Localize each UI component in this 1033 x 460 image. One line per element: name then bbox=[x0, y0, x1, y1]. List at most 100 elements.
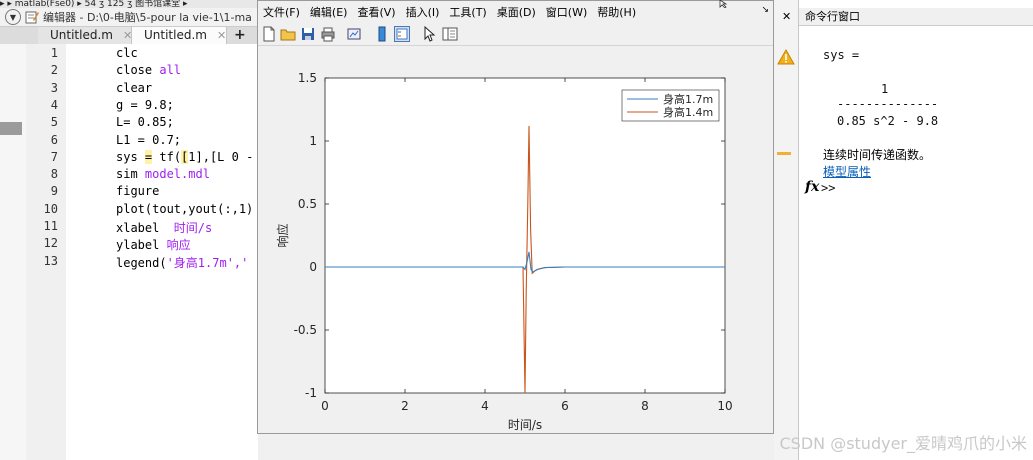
menu-item[interactable]: 查看(V) bbox=[352, 4, 400, 20]
code-token: sys bbox=[116, 149, 145, 164]
print-icon[interactable] bbox=[320, 26, 336, 42]
code-token: legend( bbox=[116, 255, 167, 270]
panel-separator: ✕ bbox=[774, 0, 798, 460]
code-token: '身高1.7m',' bbox=[166, 255, 249, 270]
axes-box bbox=[324, 77, 726, 394]
x-tick-label: 0 bbox=[321, 399, 329, 413]
open-file-icon[interactable] bbox=[280, 26, 296, 42]
line-numbers: 1 2 3 4 5 6 7 8 9 10 11 12 13 bbox=[26, 44, 66, 460]
line-number: 9 bbox=[50, 184, 58, 199]
x-axis-label: 时间/s bbox=[508, 418, 542, 432]
code-token: figure bbox=[116, 184, 160, 199]
editor-icon bbox=[25, 11, 39, 24]
menu-item[interactable]: 窗口(W) bbox=[541, 4, 592, 20]
code-token: ylabel bbox=[116, 238, 167, 253]
dock-icon[interactable]: ↘ bbox=[761, 5, 769, 15]
code-area[interactable]: clc close all clear g = 9.8; L= 0.85; L1 = 0.… bbox=[66, 44, 258, 460]
legend-label: 身高1.4m bbox=[663, 105, 713, 119]
link-plot-icon[interactable] bbox=[346, 26, 362, 42]
mouse-cursor-icon bbox=[719, 0, 728, 8]
add-tab-button[interactable]: + bbox=[227, 27, 251, 44]
menu-item[interactable]: 工具(T) bbox=[444, 4, 491, 20]
code-token: 1],[L 0 - bbox=[188, 149, 254, 164]
code-line[interactable]: clc bbox=[116, 46, 138, 60]
x-tick-label: 10 bbox=[717, 399, 732, 413]
y-tick-label: 1 bbox=[309, 134, 317, 148]
line-number: 1 bbox=[50, 46, 58, 60]
menu-item[interactable]: 文件(F) bbox=[258, 4, 305, 20]
y-tick-label: -1 bbox=[305, 386, 317, 400]
code-line[interactable]: sys = tf([1],[L 0 - bbox=[116, 149, 254, 164]
code-line[interactable]: g = 9.8; bbox=[116, 98, 174, 112]
line-number: 5 bbox=[50, 115, 58, 130]
new-figure-icon[interactable] bbox=[261, 26, 277, 42]
warning-icon[interactable] bbox=[777, 49, 795, 65]
cursor-icon[interactable] bbox=[422, 26, 438, 42]
code-line[interactable]: figure bbox=[116, 184, 159, 198]
line-number: 2 bbox=[50, 63, 58, 78]
figure-window[interactable]: 文件(F) 编辑(E) 查看(V) 插入(I) 工具(T) 桌面(D) 窗口(W) 帮助(H)… bbox=[257, 0, 774, 434]
output-line: sys = bbox=[823, 48, 860, 62]
command-window[interactable]: 命令行窗口 sys = 1 -------------- 0.85 s^2 - … bbox=[798, 0, 1033, 460]
code-token: model.mdl bbox=[144, 167, 210, 182]
tab-untitled-1[interactable]: Untitled.m ✕ bbox=[38, 27, 132, 44]
line-number: 7 bbox=[50, 149, 58, 164]
menu-item[interactable]: 编辑(E) bbox=[305, 4, 353, 20]
legend-label: 身高1.7m bbox=[663, 92, 713, 106]
code-token: all bbox=[159, 63, 182, 78]
code-line[interactable]: legend('身高1.7m',' bbox=[116, 254, 248, 271]
close-icon[interactable]: ✕ bbox=[217, 29, 226, 42]
y-tick-label: 1.5 bbox=[298, 71, 317, 85]
figure-menubar: 文件(F) 编辑(E) 查看(V) 插入(I) 工具(T) 桌面(D) 窗口(W) 帮助(H)… bbox=[258, 1, 773, 22]
code-token: tf( bbox=[152, 149, 182, 164]
line-number: 4 bbox=[50, 97, 58, 112]
editor-tabbar: Untitled.m ✕ Untitled.m ✕ + bbox=[0, 27, 258, 45]
line-number: 6 bbox=[50, 132, 58, 147]
code-line[interactable]: close all bbox=[116, 63, 181, 77]
code-line[interactable]: xlabel 时间/s bbox=[116, 219, 212, 236]
tab-untitled-2[interactable]: Untitled.m ✕ bbox=[132, 27, 227, 44]
output-line: 0.85 s^2 - 9.8 bbox=[837, 114, 939, 128]
model-properties-link[interactable]: 模型属性 bbox=[823, 163, 871, 180]
menu-item[interactable]: 桌面(D) bbox=[492, 4, 541, 20]
line-number: 12 bbox=[43, 236, 58, 251]
code-line[interactable]: L1 = 0.7; bbox=[116, 133, 181, 147]
code-line[interactable]: plot(tout,yout(:,1) bbox=[116, 202, 253, 216]
response-chart[interactable]: 0 2 4 6 8 10 -1 -0.5 0 0.5 1 1.5 时间/s 响应 身高1.7m身高1.4m bbox=[258, 46, 773, 433]
y-tick-label: 0.5 bbox=[298, 197, 317, 211]
command-prompt[interactable]: >> bbox=[821, 181, 835, 195]
code-token: clc bbox=[116, 46, 138, 60]
y-tick-label: -0.5 bbox=[294, 323, 317, 337]
fx-icon[interactable]: fx bbox=[805, 179, 819, 195]
code-line[interactable]: ylabel 响应 bbox=[116, 236, 191, 253]
property-editor-icon[interactable] bbox=[442, 26, 458, 42]
command-window-title: 命令行窗口 bbox=[799, 8, 1033, 26]
plot-area[interactable]: 0 2 4 6 8 10 -1 -0.5 0 0.5 1 1.5 时间/s 响应 身高1.7m 身高1.4m bbox=[258, 46, 773, 433]
scroll-marker bbox=[0, 122, 22, 135]
tab-label: Untitled.m bbox=[50, 28, 113, 42]
code-line[interactable]: clear bbox=[116, 81, 152, 95]
y-axis-label: 响应 bbox=[275, 223, 290, 247]
close-icon[interactable]: ✕ bbox=[123, 29, 132, 42]
menu-item[interactable]: 帮助(H) bbox=[592, 4, 641, 20]
code-line[interactable]: sim model.mdl bbox=[116, 167, 210, 181]
x-tick-label: 8 bbox=[641, 399, 649, 413]
code-token: 响应 bbox=[166, 238, 191, 253]
legend-icon[interactable] bbox=[394, 26, 410, 42]
menu-item[interactable]: 插入(I) bbox=[401, 4, 445, 20]
code-token: L= 0.85; bbox=[116, 115, 174, 130]
code-line[interactable]: L= 0.85; bbox=[116, 115, 174, 129]
y-tick-label: 0 bbox=[309, 260, 317, 274]
close-icon[interactable]: ✕ bbox=[782, 10, 791, 23]
line-number: 3 bbox=[50, 80, 58, 95]
code-token: xlabel bbox=[116, 221, 174, 235]
colorbar-icon[interactable] bbox=[374, 26, 390, 42]
code-token: sim bbox=[116, 167, 145, 182]
editor-titlebar: ▼ 编辑器 - D:\0-电脑\5-pour la vie-1\1-ma bbox=[0, 8, 258, 27]
save-icon[interactable] bbox=[300, 26, 316, 42]
line-number: 8 bbox=[50, 167, 58, 182]
left-gutter bbox=[0, 44, 26, 460]
line-number: 13 bbox=[43, 253, 58, 268]
collapse-icon[interactable]: ▼ bbox=[5, 9, 21, 25]
output-line: -------------- bbox=[837, 97, 939, 111]
